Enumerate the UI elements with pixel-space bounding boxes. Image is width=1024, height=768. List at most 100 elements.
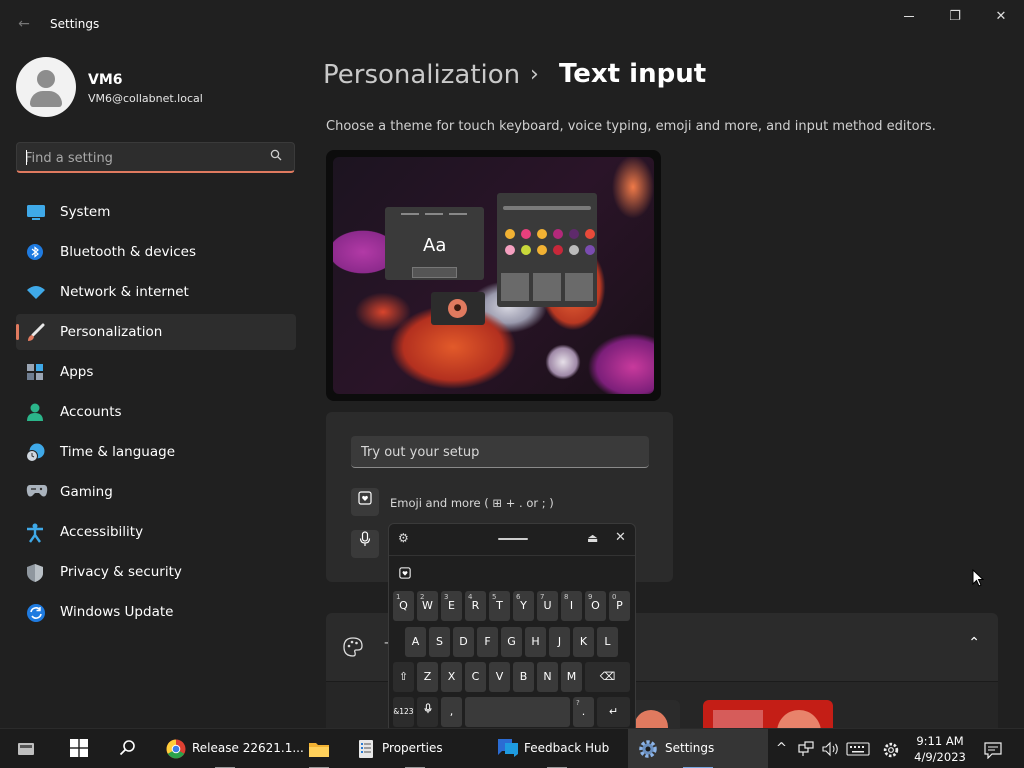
- dock-icon[interactable]: ⏏: [587, 531, 598, 545]
- folder-icon: [308, 739, 329, 759]
- minimize-button[interactable]: [886, 4, 932, 32]
- windows-logo-icon: [70, 739, 90, 759]
- system-icon: [26, 203, 45, 221]
- taskbar: Release 22621.1... Properties Feedback H…: [0, 728, 1024, 768]
- key-r[interactable]: 4R: [465, 591, 486, 621]
- back-button[interactable]: ←: [14, 12, 34, 36]
- sidebar-item-gaming[interactable]: Gaming: [16, 474, 296, 510]
- sidebar-item-accessibility[interactable]: Accessibility: [16, 514, 296, 550]
- taskbar-search-button[interactable]: [108, 729, 148, 768]
- mic-icon: ●: [448, 299, 467, 318]
- key-period[interactable]: ?.: [573, 697, 594, 727]
- taskbar-app-chrome[interactable]: Release 22621.1...: [158, 729, 304, 768]
- network-icon[interactable]: [798, 741, 814, 761]
- voice-typing-button[interactable]: [351, 530, 379, 558]
- key-z[interactable]: Z: [417, 662, 438, 692]
- text-caret: [26, 150, 27, 165]
- gamepad-icon: [26, 483, 48, 501]
- microphone-icon: [424, 703, 432, 717]
- sidebar-item-apps[interactable]: Apps: [16, 354, 296, 390]
- close-button[interactable]: ✕: [978, 4, 1024, 32]
- key-y[interactable]: 6Y: [513, 591, 534, 621]
- key-u[interactable]: 7U: [537, 591, 558, 621]
- microphone-icon: [359, 531, 371, 551]
- keyboard-drag-handle[interactable]: [498, 538, 528, 540]
- try-out-input[interactable]: [361, 443, 631, 461]
- key-dictation[interactable]: [417, 697, 438, 727]
- settings-icon[interactable]: [882, 741, 900, 763]
- start-button[interactable]: [60, 729, 100, 768]
- volume-icon[interactable]: [822, 741, 840, 761]
- key-c[interactable]: C: [465, 662, 486, 692]
- key-a[interactable]: A: [405, 627, 426, 657]
- key-g[interactable]: G: [501, 627, 522, 657]
- sidebar-item-bluetooth[interactable]: Bluetooth & devices: [16, 234, 296, 270]
- taskbar-app-file-explorer[interactable]: [298, 729, 340, 768]
- search-box[interactable]: [16, 142, 295, 173]
- key-comma[interactable]: ,: [441, 697, 462, 727]
- sidebar-item-system[interactable]: System: [16, 194, 296, 230]
- avatar[interactable]: [16, 57, 76, 117]
- sidebar-item-privacy[interactable]: Privacy & security: [16, 554, 296, 590]
- taskbar-app-settings[interactable]: Settings: [628, 729, 768, 768]
- accessibility-icon: [26, 523, 44, 543]
- keyboard-emoji-icon[interactable]: [399, 567, 411, 582]
- key-p[interactable]: 0P: [609, 591, 630, 621]
- emoji-shortcut-hint: Emoji and more ( ⊞ + . or ; ): [390, 496, 554, 510]
- preview-emoji-panel: [497, 193, 597, 307]
- preview-voice-typing: ●: [431, 292, 485, 325]
- key-i[interactable]: 8I: [561, 591, 582, 621]
- key-x[interactable]: X: [441, 662, 462, 692]
- page-description: Choose a theme for touch keyboard, voice…: [326, 119, 936, 134]
- keyboard-settings-icon[interactable]: ⚙: [398, 531, 409, 545]
- key-b[interactable]: B: [513, 662, 534, 692]
- key-e[interactable]: 3E: [441, 591, 462, 621]
- key-l[interactable]: L: [597, 627, 618, 657]
- taskbar-widgets-button[interactable]: [8, 729, 44, 768]
- key-q[interactable]: 1Q: [393, 591, 414, 621]
- notifications-icon[interactable]: [984, 741, 1002, 763]
- key-numbers[interactable]: &123: [393, 697, 414, 727]
- search-icon: [119, 739, 139, 759]
- key-t[interactable]: 5T: [489, 591, 510, 621]
- restore-button[interactable]: ❐: [932, 4, 978, 32]
- settings-gear-icon: [638, 739, 658, 759]
- chevron-up-icon[interactable]: ^: [776, 741, 787, 756]
- sidebar-item-time-language[interactable]: Time & language: [16, 434, 296, 470]
- keyboard-icon[interactable]: [846, 741, 870, 761]
- key-d[interactable]: D: [453, 627, 474, 657]
- theme-option-red[interactable]: [703, 700, 833, 728]
- taskbar-app-properties[interactable]: Properties: [348, 729, 482, 768]
- preview-wallpaper: Aa ●: [333, 157, 654, 394]
- key-j[interactable]: J: [549, 627, 570, 657]
- taskbar-app-feedback-hub[interactable]: Feedback Hub: [490, 729, 624, 768]
- keyboard-close-icon[interactable]: ✕: [615, 530, 626, 545]
- key-o[interactable]: 9O: [585, 591, 606, 621]
- widgets-icon: [16, 739, 36, 759]
- try-out-field[interactable]: [351, 436, 649, 468]
- clock-time: 9:11 AM: [916, 734, 964, 748]
- sidebar-nav: System Bluetooth & devices Network & int…: [16, 194, 296, 634]
- key-f[interactable]: F: [477, 627, 498, 657]
- sidebar-item-accounts[interactable]: Accounts: [16, 394, 296, 430]
- key-w[interactable]: 2W: [417, 591, 438, 621]
- key-backspace[interactable]: ⌫: [585, 662, 630, 692]
- search-input[interactable]: [25, 149, 265, 167]
- key-s[interactable]: S: [429, 627, 450, 657]
- key-enter[interactable]: ↵: [597, 697, 630, 727]
- sidebar-item-network[interactable]: Network & internet: [16, 274, 296, 310]
- key-shift[interactable]: ⇧: [393, 662, 414, 692]
- mouse-cursor: [972, 568, 985, 591]
- key-k[interactable]: K: [573, 627, 594, 657]
- update-icon: [26, 603, 45, 622]
- sidebar-item-windows-update[interactable]: Windows Update: [16, 594, 296, 630]
- key-space[interactable]: [465, 697, 570, 727]
- key-v[interactable]: V: [489, 662, 510, 692]
- system-clock[interactable]: 9:11 AM 4/9/2023: [912, 733, 968, 765]
- emoji-panel-button[interactable]: [351, 488, 379, 516]
- sidebar-item-personalization[interactable]: Personalization: [16, 314, 296, 350]
- chevron-up-icon[interactable]: ⌃: [968, 635, 980, 651]
- key-n[interactable]: N: [537, 662, 558, 692]
- breadcrumb-parent[interactable]: Personalization: [323, 60, 520, 90]
- key-h[interactable]: H: [525, 627, 546, 657]
